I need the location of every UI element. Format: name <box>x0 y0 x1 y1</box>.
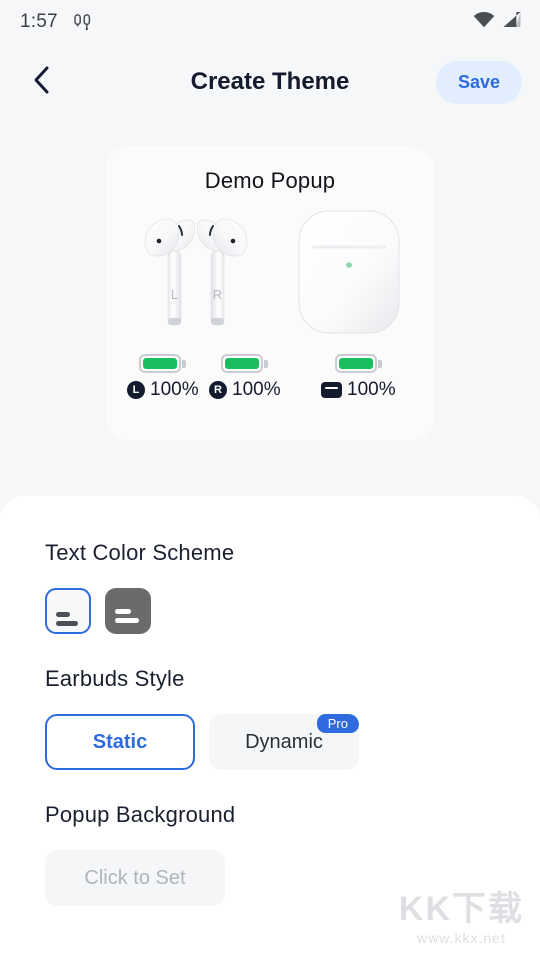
wifi-icon <box>473 11 495 33</box>
earbuds-style-dynamic-label: Dynamic <box>245 730 323 753</box>
right-earbud-badge-icon: R <box>209 381 227 399</box>
battery-right-value: 100% <box>232 379 281 400</box>
popup-background-title: Popup Background <box>45 802 236 827</box>
text-color-scheme-title: Text Color Scheme <box>45 540 235 565</box>
earbud-left-image: L <box>143 213 196 338</box>
earbuds-style-title: Earbuds Style <box>45 666 185 691</box>
battery-case-value: 100% <box>347 379 396 400</box>
battery-right-label: R 100% <box>209 379 281 401</box>
light-scheme-swatch[interactable] <box>45 588 91 634</box>
battery-left-label: L 100% <box>127 379 199 401</box>
status-bar-right-icons <box>473 11 522 33</box>
battery-bar-right <box>221 354 269 373</box>
earbuds-icon <box>72 12 94 32</box>
battery-left-value: 100% <box>150 379 199 400</box>
charging-case-badge-icon <box>321 382 342 398</box>
swatch-bar-short <box>56 612 70 617</box>
swatch-bar-short <box>115 609 131 614</box>
left-earbud-badge-icon: L <box>127 381 145 399</box>
popup-background-set-button[interactable]: Click to Set <box>45 850 225 906</box>
demo-popup-preview-wrap: Demo Popup L R L 100% R 100% 100% <box>0 146 540 441</box>
text-color-scheme-options <box>45 588 495 634</box>
demo-popup-title: Demo Popup <box>204 168 336 193</box>
battery-left: L 100% <box>127 354 199 401</box>
earbuds-style-dynamic-button[interactable]: Pro Dynamic <box>209 714 359 770</box>
settings-sheet: Text Color Scheme Earbuds Style Static P… <box>0 496 540 960</box>
earbud-right-image: R <box>196 213 249 338</box>
battery-case-label: 100% <box>321 379 396 401</box>
swatch-bar-long <box>115 618 139 623</box>
charging-case-image <box>293 207 405 342</box>
earbuds-style-static-label: Static <box>92 730 148 753</box>
earbuds-style-static-button[interactable]: Static <box>45 714 195 770</box>
battery-bar-left <box>139 354 187 373</box>
battery-case: 100% <box>321 354 396 401</box>
dark-scheme-swatch[interactable] <box>105 588 151 634</box>
app-bar: Create Theme Save <box>0 44 540 120</box>
status-bar: 1:57 <box>0 0 540 44</box>
earbuds-style-options: Static Pro Dynamic <box>45 714 495 770</box>
pro-badge: Pro <box>316 714 359 733</box>
save-button[interactable]: Save <box>435 60 522 104</box>
swatch-bar-long <box>56 621 78 626</box>
earbuds-illustration: L R <box>105 210 435 338</box>
svg-text:L: L <box>171 287 178 302</box>
battery-bar-case <box>334 354 382 373</box>
battery-right: R 100% <box>209 354 281 401</box>
demo-popup-card: Demo Popup L R L 100% R 100% 100% <box>105 146 435 441</box>
status-bar-time: 1:57 <box>20 11 58 32</box>
back-button[interactable] <box>20 60 64 104</box>
chevron-left-icon <box>32 65 52 100</box>
cellular-signal-icon <box>502 11 522 33</box>
svg-text:R: R <box>213 287 222 302</box>
